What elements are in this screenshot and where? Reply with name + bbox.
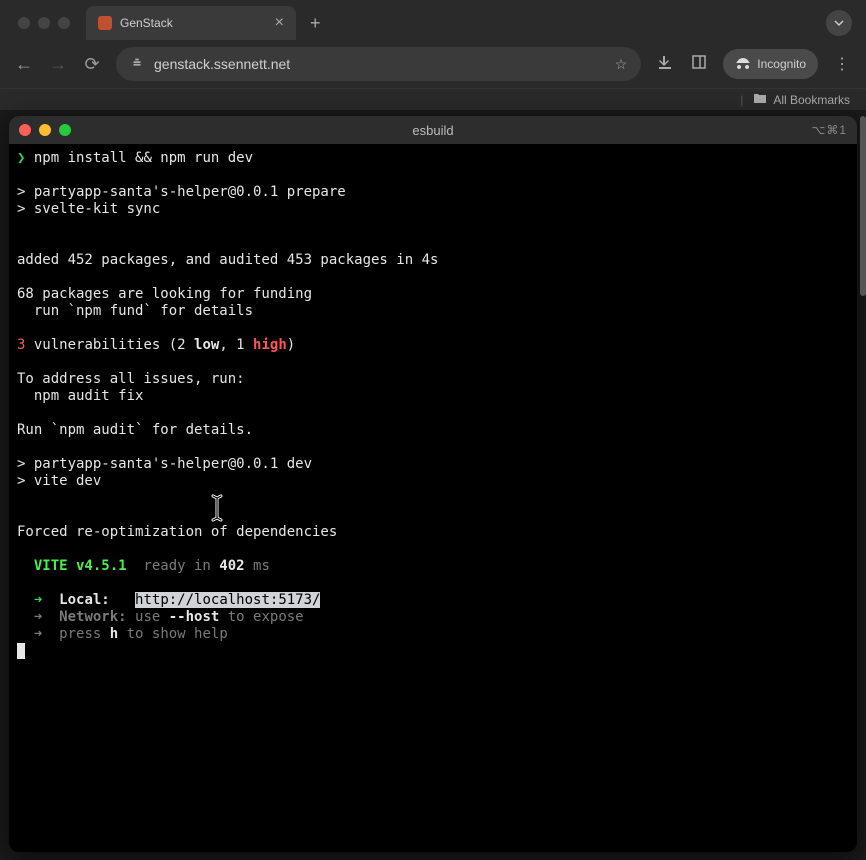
- output-line: npm audit fix: [17, 388, 143, 404]
- tab-title: GenStack: [120, 16, 173, 30]
- terminal-title: esbuild: [412, 123, 453, 138]
- terminal-traffic-lights: [19, 124, 71, 136]
- output-text: , 1: [219, 337, 253, 353]
- browser-chrome: GenStack × + ← → ⟳ genstack.ssennett.net…: [0, 0, 866, 110]
- forward-button: →: [48, 54, 68, 75]
- text-cursor-icon: [190, 477, 227, 527]
- window-minimize-icon[interactable]: [38, 17, 50, 29]
- help-key: h: [110, 626, 118, 642]
- reload-button[interactable]: ⟳: [82, 54, 102, 75]
- command-text: npm install && npm run dev: [34, 150, 253, 166]
- output-line: Forced re-optimization of dependencies: [17, 524, 337, 540]
- toolbar: ← → ⟳ genstack.ssennett.net ☆ Incognito …: [0, 40, 866, 88]
- arrow-icon: ➜: [17, 609, 59, 625]
- output-text: vulnerabilities (2: [25, 337, 194, 353]
- output-line: > svelte-kit sync: [17, 201, 160, 217]
- all-bookmarks-button[interactable]: All Bookmarks: [773, 93, 850, 107]
- terminal-window: esbuild ⌥⌘1 ❯ npm install && npm run dev…: [9, 116, 857, 852]
- output-line: 68 packages are looking for funding: [17, 286, 312, 302]
- local-label: Local:: [59, 592, 110, 608]
- arrow-icon: ➜: [17, 626, 59, 642]
- divider: |: [740, 93, 743, 107]
- host-flag: --host: [169, 609, 220, 625]
- browser-tab[interactable]: GenStack ×: [86, 6, 296, 40]
- new-tab-button[interactable]: +: [302, 13, 329, 34]
- close-icon[interactable]: ×: [275, 14, 284, 32]
- output-text: press: [59, 626, 110, 642]
- output-line: added 452 packages, and audited 453 pack…: [17, 252, 438, 268]
- terminal-body[interactable]: ❯ npm install && npm run dev > partyapp-…: [9, 144, 857, 852]
- url-bar[interactable]: genstack.ssennett.net ☆: [116, 47, 641, 81]
- site-settings-icon[interactable]: [130, 56, 144, 73]
- download-icon[interactable]: [655, 54, 675, 75]
- output-text: use: [127, 609, 169, 625]
- output-line: > partyapp-santa's-helper@0.0.1 dev: [17, 456, 312, 472]
- prompt-glyph: ❯: [17, 150, 25, 166]
- folder-icon: [753, 92, 767, 107]
- tab-strip: GenStack × +: [0, 0, 866, 40]
- output-line: Run `npm audit` for details.: [17, 422, 253, 438]
- terminal-titlebar[interactable]: esbuild ⌥⌘1: [9, 116, 857, 144]
- side-panel-icon[interactable]: [689, 54, 709, 75]
- term-minimize-icon[interactable]: [39, 124, 51, 136]
- local-url-selected[interactable]: http://localhost:5173/: [135, 592, 320, 608]
- bookmarks-bar: | All Bookmarks: [0, 88, 866, 110]
- menu-icon[interactable]: ⋮: [832, 54, 852, 74]
- severity-high: high: [253, 337, 287, 353]
- term-close-icon[interactable]: [19, 124, 31, 136]
- arrow-icon: ➜: [17, 592, 59, 608]
- chevron-down-icon[interactable]: [826, 10, 852, 36]
- network-label: Network:: [59, 609, 126, 625]
- incognito-label: Incognito: [757, 57, 806, 71]
- scrollbar[interactable]: [860, 116, 866, 296]
- back-button[interactable]: ←: [14, 54, 34, 75]
- output-text: ): [287, 337, 295, 353]
- ready-time: 402: [219, 558, 244, 574]
- window-close-icon[interactable]: [18, 17, 30, 29]
- window-zoom-icon[interactable]: [58, 17, 70, 29]
- tab-favicon-icon: [98, 16, 112, 30]
- severity-low: low: [194, 337, 219, 353]
- url-text: genstack.ssennett.net: [154, 56, 290, 72]
- window-traffic-lights: [8, 17, 80, 29]
- output-line: run `npm fund` for details: [17, 303, 253, 319]
- incognito-icon: [735, 57, 751, 72]
- output-text: to show help: [118, 626, 228, 642]
- output-line: > partyapp-santa's-helper@0.0.1 prepare: [17, 184, 346, 200]
- terminal-cursor: [17, 643, 25, 659]
- output-text: ready in: [127, 558, 220, 574]
- output-line: > vite dev: [17, 473, 101, 489]
- output-line: To address all issues, run:: [17, 371, 245, 387]
- term-zoom-icon[interactable]: [59, 124, 71, 136]
- vite-banner: VITE v4.5.1: [17, 558, 127, 574]
- output-text: to expose: [219, 609, 303, 625]
- output-text: ms: [245, 558, 270, 574]
- terminal-tab-shortcut: ⌥⌘1: [811, 123, 847, 137]
- bookmark-star-icon[interactable]: ☆: [615, 56, 628, 73]
- incognito-chip[interactable]: Incognito: [723, 49, 818, 79]
